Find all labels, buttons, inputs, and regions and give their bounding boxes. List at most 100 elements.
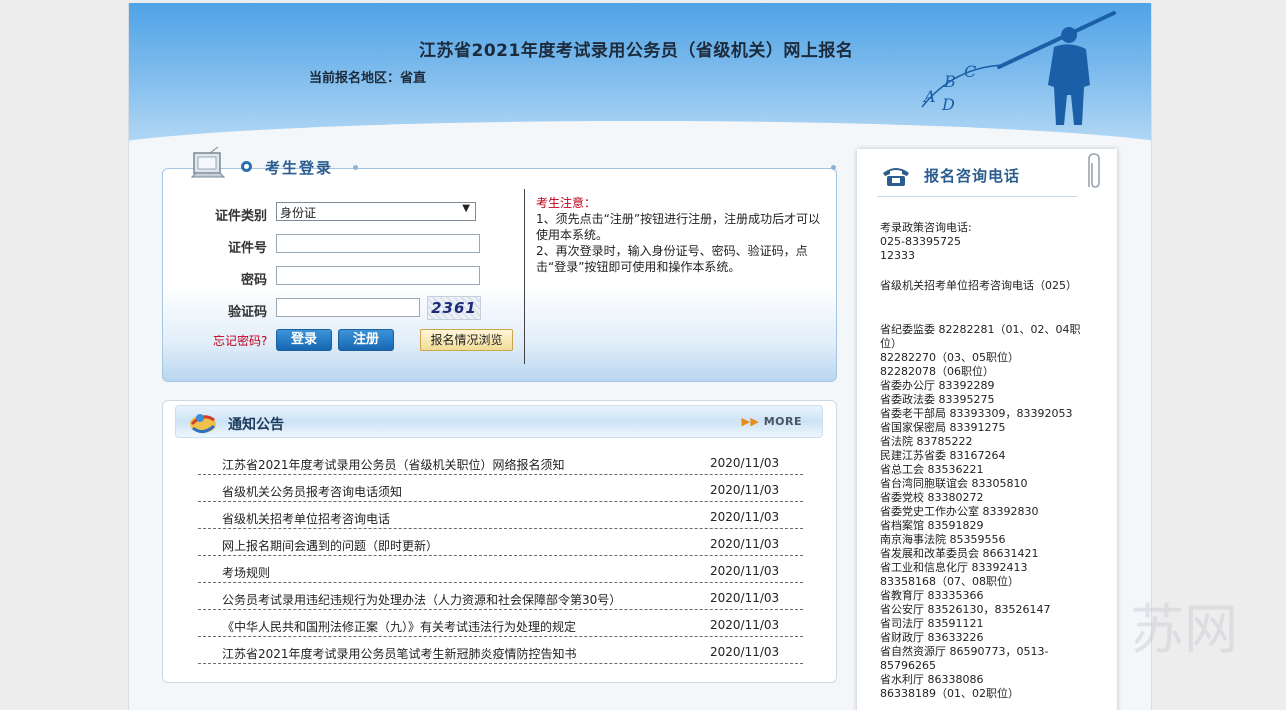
unit-phone-line: 省台湾同胞联谊会 83305810 (880, 477, 1028, 490)
policy-phone-label: 考录政策咨询电话: (880, 221, 972, 234)
announcement-date: 2020/11/03 (710, 510, 780, 524)
announcement-title[interactable]: 考场规则 (222, 564, 270, 581)
forgot-password-link[interactable]: 忘记密码? (213, 332, 267, 349)
svg-text:D: D (941, 95, 955, 114)
unit-phone-line: 省工业和信息化厅 83392413 (880, 561, 1028, 574)
announcement-row[interactable]: 省级机关招考单位招考咨询电话 2020/11/03 (198, 502, 803, 529)
phone-consult-body: 考录政策咨询电话: 025-83395725 12333 省级机关招考单位招考咨… (880, 221, 1095, 701)
id-type-value: 身份证 (280, 206, 317, 220)
announcement-date: 2020/11/03 (710, 537, 780, 551)
announcement-row[interactable]: 省级机关公务员报考咨询电话须知 2020/11/03 (198, 475, 803, 502)
browse-status-button[interactable]: 报名情况浏览 (420, 329, 513, 351)
current-region: 当前报名地区：省直 (309, 71, 427, 86)
announcement-title[interactable]: 公务员考试录用违纪违规行为处理办法（人力资源和社会保障部令第30号） (222, 591, 621, 608)
id-number-label: 证件号 (227, 241, 267, 256)
more-link[interactable]: ▶▶ MORE (741, 415, 802, 428)
phone-header-divider (877, 196, 1077, 197)
divider-dot (831, 165, 836, 170)
units-phone-label: 省级机关招考单位招考咨询电话（025） (880, 279, 1077, 292)
announcement-title[interactable]: 网上报名期间会遇到的问题（即时更新） (222, 537, 438, 554)
id-type-label: 证件类别 (214, 209, 267, 224)
bullet-icon (241, 161, 252, 172)
page-title: 江苏省2021年度考试录用公务员（省级机关）网上报名 (419, 41, 854, 61)
svg-text:A: A (922, 87, 936, 106)
announcement-row[interactable]: 《中华人民共和国刑法修正案（九）》有关考试违法行为处理的规定 2020/11/03 (198, 610, 803, 637)
unit-phone-line: 省教育厅 83335366 (880, 589, 984, 602)
password-label: 密码 (240, 273, 267, 288)
phone-consult-title: 报名咨询电话 (924, 167, 1021, 185)
announcement-list: 江苏省2021年度考试录用公务员（省级机关职位）网络报名须知 2020/11/03… (198, 448, 803, 664)
unit-phone-line: 南京海事法院 85359556 (880, 533, 1006, 546)
unit-phone-line: 省法院 83785222 (880, 435, 973, 448)
unit-phone-line: 省纪委监委 82282281（01、02、04职位） (880, 323, 1081, 350)
person-pencil-illustration-icon: A B C D (921, 11, 1116, 125)
candidate-notice: 考生注意： 1、须先点击“注册”按钮进行注册，注册成功后才可以使用本系统。 2、… (536, 195, 821, 275)
dropdown-arrow-icon: ▼ (462, 203, 470, 214)
register-button[interactable]: 注册 (338, 329, 394, 351)
unit-phone-line: 省委办公厅 83392289 (880, 379, 995, 392)
unit-phone-line: 82282270（03、05职位） (880, 351, 1019, 364)
more-label: MORE (763, 415, 802, 428)
unit-phone-list: 省纪委监委 82282281（01、02、04职位） 82282270（03、05… (880, 323, 1095, 701)
unit-phone-line: 86338189（01、02职位） (880, 687, 1019, 700)
notice-item-1: 1、须先点击“注册”按钮进行注册，注册成功后才可以使用本系统。 (536, 212, 821, 242)
id-number-input[interactable] (276, 234, 480, 253)
id-type-select[interactable]: 身份证 ▼ (276, 202, 476, 221)
divider-dot (353, 165, 358, 170)
unit-phone-line: 省委政法委 83395275 (880, 393, 995, 406)
captcha-image[interactable]: 2361 (427, 296, 481, 320)
announcement-date: 2020/11/03 (710, 456, 780, 470)
header-divider (359, 168, 834, 169)
phone-consult-panel: 报名咨询电话 考录政策咨询电话: 025-83395725 12333 省级机关… (857, 149, 1117, 710)
notice-divider (524, 189, 525, 364)
unit-phone-line: 82282078（06职位） (880, 365, 994, 378)
unit-phone-line: 省国家保密局 83391275 (880, 421, 1006, 434)
megaphone-icon (190, 414, 216, 433)
unit-phone-line: 83358168（07、08职位） (880, 575, 1019, 588)
captcha-label: 验证码 (227, 305, 267, 320)
announcement-title[interactable]: 《中华人民共和国刑法修正案（九）》有关考试违法行为处理的规定 (222, 618, 576, 635)
unit-phone-line: 省档案馆 83591829 (880, 519, 984, 532)
announcement-row[interactable]: 公务员考试录用违纪违规行为处理办法（人力资源和社会保障部令第30号） 2020/1… (198, 583, 803, 610)
policy-phone-1: 025-83395725 (880, 235, 961, 248)
notice-heading: 考生注意： (536, 196, 597, 210)
captcha-input[interactable] (276, 298, 420, 317)
unit-phone-line: 省委党校 83380272 (880, 491, 984, 504)
unit-phone-line: 省委老干部局 83393309，83392053 (880, 407, 1073, 420)
page: 江苏省2021年度考试录用公务员（省级机关）网上报名 当前报名地区：省直 A B… (128, 3, 1152, 710)
unit-phone-line: 省水利厅 86338086 (880, 673, 984, 686)
site-watermark: 苏网 (1130, 598, 1238, 661)
password-input[interactable] (276, 266, 480, 285)
telephone-icon (883, 168, 909, 186)
announcement-title[interactable]: 江苏省2021年度考试录用公务员笔试考生新冠肺炎疫情防控告知书 (222, 645, 577, 662)
computer-icon (190, 147, 226, 178)
announcement-title[interactable]: 江苏省2021年度考试录用公务员（省级机关职位）网络报名须知 (222, 456, 565, 473)
announcement-title[interactable]: 省级机关招考单位招考咨询电话 (222, 510, 390, 527)
unit-phone-line: 省总工会 83536221 (880, 463, 984, 476)
login-button[interactable]: 登录 (276, 329, 332, 351)
login-header: 考生登录 (185, 147, 355, 187)
policy-phone-2: 12333 (880, 249, 915, 262)
unit-phone-line: 省司法厅 83591121 (880, 617, 984, 630)
login-title: 考生登录 (265, 159, 334, 177)
unit-phone-line: 省委党史工作办公室 83392830 (880, 505, 1039, 518)
announcement-row[interactable]: 考场规则 2020/11/03 (198, 556, 803, 583)
unit-phone-line: 民建江苏省委 83167264 (880, 449, 1006, 462)
unit-phone-line: 省自然资源厅 86590773，0513-85796265 (880, 645, 1049, 672)
announcement-row[interactable]: 江苏省2021年度考试录用公务员（省级机关职位）网络报名须知 2020/11/03 (198, 448, 803, 475)
announcement-row[interactable]: 江苏省2021年度考试录用公务员笔试考生新冠肺炎疫情防控告知书 2020/11/0… (198, 637, 803, 664)
announcements-panel: 通知公告 ▶▶ MORE 江苏省2021年度考试录用公务员（省级机关职位）网络报… (162, 400, 837, 683)
announcement-date: 2020/11/03 (710, 483, 780, 497)
announcement-date: 2020/11/03 (710, 618, 780, 632)
paperclip-icon (1088, 153, 1100, 188)
notice-item-2: 2、再次登录时，输入身份证号、密码、验证码，点击“登录”按钮即可使用和操作本系统… (536, 244, 808, 274)
announcement-title[interactable]: 省级机关公务员报考咨询电话须知 (222, 483, 402, 500)
announcements-title: 通知公告 (228, 417, 284, 433)
login-panel: 考生登录 证件类别 身份证 ▼ 证件号 密码 验证码 2361 忘记密码? 登录… (162, 147, 837, 382)
announcements-header: 通知公告 ▶▶ MORE (175, 405, 823, 438)
unit-phone-line: 省发展和改革委员会 86631421 (880, 547, 1039, 560)
announcement-row[interactable]: 网上报名期间会遇到的问题（即时更新） 2020/11/03 (198, 529, 803, 556)
announcement-date: 2020/11/03 (710, 564, 780, 578)
